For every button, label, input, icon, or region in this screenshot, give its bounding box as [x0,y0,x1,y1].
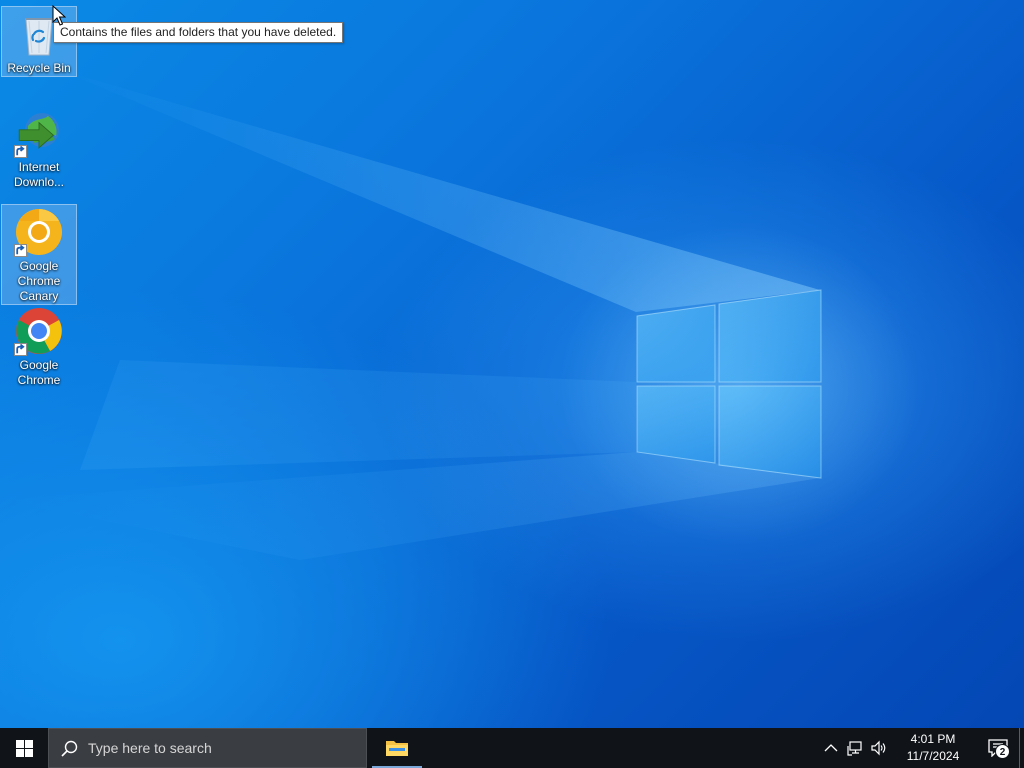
taskbar-search-box[interactable] [48,728,367,768]
desktop-icon-google-chrome[interactable]: Google Chrome [1,303,77,389]
show-desktop-button[interactable] [1019,728,1024,768]
volume-button[interactable] [867,728,891,768]
action-center-button[interactable]: 2 [977,728,1019,768]
shortcut-arrow-icon [14,343,27,356]
chrome-canary-icon [14,207,64,257]
start-button[interactable] [0,728,48,768]
idm-globe-icon [14,108,64,158]
show-hidden-icons-button[interactable] [819,728,843,768]
desktop-icon-google-chrome-canary[interactable]: Google Chrome Canary [1,204,77,305]
system-tray: 4:01 PM 11/7/2024 2 [819,728,1024,768]
notification-count-badge: 2 [995,744,1010,759]
search-icon [61,740,78,757]
network-button[interactable] [843,728,867,768]
windows-logo-icon [15,739,33,757]
chevron-up-icon [824,744,838,752]
taskbar-clock[interactable]: 4:01 PM 11/7/2024 [895,728,971,768]
taskbar: 4:01 PM 11/7/2024 2 [0,728,1024,768]
recycle-bin-tooltip: Contains the files and folders that you … [53,22,344,43]
folder-icon [386,741,408,756]
clock-time: 4:01 PM [910,732,956,746]
desktop-icon-label: Google Chrome [17,358,61,387]
windows-logo-wallpaper [0,0,1024,728]
search-input[interactable] [88,740,348,756]
chrome-icon [14,306,64,356]
taskbar-app-file-explorer[interactable] [372,728,422,768]
desktop-wallpaper[interactable] [0,0,1024,728]
desktop-icon-internet-download-manager[interactable]: Internet Downlo... [1,105,77,191]
network-icon [847,741,862,756]
desktop-icon-label: Recycle Bin [7,61,71,75]
mouse-cursor-icon [52,5,66,27]
shortcut-arrow-icon [14,244,27,257]
clock-date: 11/7/2024 [906,749,960,763]
desktop-icon-label: Google Chrome Canary [17,259,61,303]
shortcut-arrow-icon [14,145,27,158]
desktop-icon-label: Internet Downlo... [13,160,65,189]
volume-icon [871,740,886,756]
